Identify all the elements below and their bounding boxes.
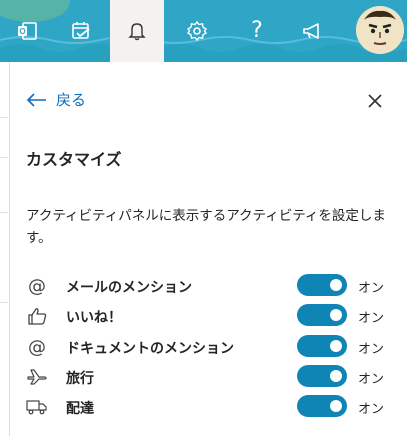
setting-label: いいね！: [66, 310, 122, 326]
avatar-face-image: [356, 6, 404, 54]
document-mention-toggle[interactable]: [297, 335, 347, 357]
whats-new-button[interactable]: [286, 0, 340, 62]
panel-description: アクティビティパネルに表示するアクティビティを設定します。: [26, 208, 386, 246]
toggle-state: オン: [358, 342, 385, 357]
travel-toggle[interactable]: [297, 365, 347, 387]
toggle-state: オン: [358, 281, 385, 296]
arrow-left-icon: [26, 92, 46, 107]
truck-icon: [26, 396, 48, 418]
setting-row-document-mention: @ ドキュメントのメンション オン: [26, 334, 406, 360]
delivery-toggle[interactable]: [297, 395, 347, 417]
setting-row-travel: 旅行 オン: [26, 364, 406, 390]
panel-title: カスタマイズ: [26, 150, 122, 169]
likes-toggle[interactable]: [297, 304, 347, 326]
bell-icon: [128, 23, 146, 41]
office-apps-button[interactable]: O: [0, 0, 54, 62]
setting-label: ドキュメントのメンション: [66, 341, 234, 357]
background-app-edge: [0, 62, 10, 436]
airplane-icon: [26, 366, 48, 388]
gear-icon: [186, 20, 208, 42]
setting-row-likes: いいね！ オン: [26, 303, 406, 329]
close-icon: [368, 94, 382, 108]
thumbs-up-icon: [26, 305, 48, 327]
at-sign-icon: @: [28, 275, 46, 297]
toggle-state: オン: [358, 372, 385, 387]
question-icon: ?: [251, 18, 263, 43]
mail-mention-toggle[interactable]: [297, 274, 347, 296]
calendar-check-icon: [72, 22, 90, 39]
top-bar: O ?: [0, 0, 407, 62]
my-day-button[interactable]: [54, 0, 108, 62]
setting-label: 旅行: [66, 371, 94, 387]
office-icon: O: [18, 22, 37, 40]
settings-button[interactable]: [170, 0, 224, 62]
close-button[interactable]: [366, 92, 384, 114]
back-label: 戻る: [56, 91, 87, 109]
toggle-state: オン: [358, 402, 385, 417]
setting-row-delivery: 配達 オン: [26, 394, 406, 420]
avatar[interactable]: [356, 6, 404, 54]
activity-customize-panel: 戻る カスタマイズ アクティビティパネルに表示するアクティビティを設定します。 …: [10, 62, 407, 436]
megaphone-icon: [303, 23, 319, 39]
back-button[interactable]: 戻る: [26, 89, 86, 110]
setting-label: メールのメンション: [66, 280, 192, 296]
toggle-state: オン: [358, 311, 385, 326]
help-button[interactable]: ?: [230, 0, 284, 62]
setting-row-mail-mention: @ メールのメンション オン: [26, 273, 406, 299]
at-sign-icon: @: [28, 336, 46, 358]
svg-text:O: O: [19, 27, 25, 36]
setting-label: 配達: [66, 401, 94, 417]
notifications-button[interactable]: [110, 0, 164, 62]
